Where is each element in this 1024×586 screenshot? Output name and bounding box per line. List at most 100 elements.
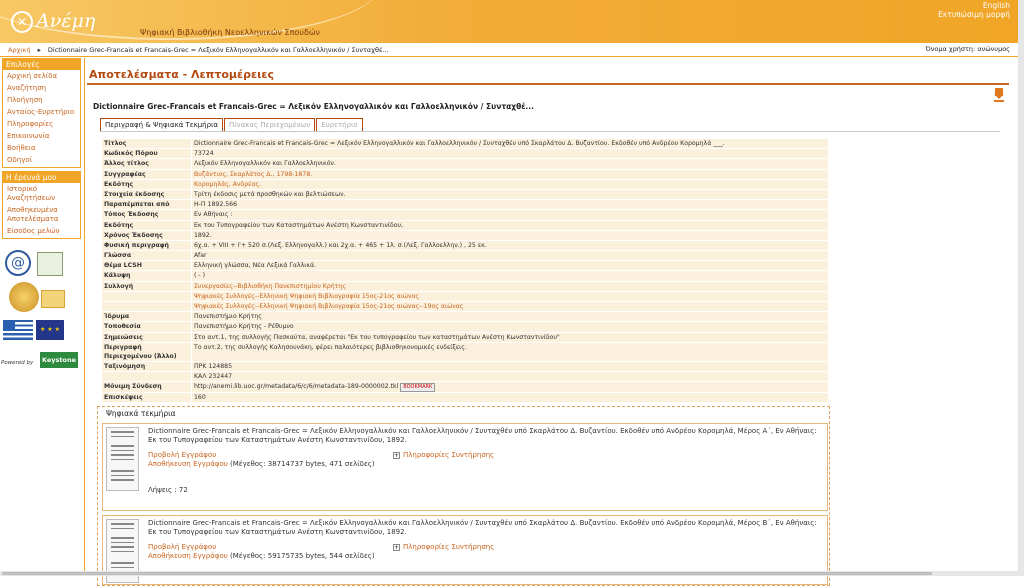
metadata-value: Πανεπιστήμιο Κρήτης [192, 312, 828, 321]
sidebar: Επιλογές Αρχική σελίδαΑναζήτησηΠλοήγησηΑ… [2, 58, 81, 242]
metadata-link[interactable]: Ψηφιακές Συλλογές--Ελληνική Ψηφιακή Βιβλ… [194, 293, 419, 300]
tab-contents[interactable]: Πίνακας Περιεχομένων [224, 118, 315, 132]
metadata-key: Γλώσσα [102, 251, 191, 260]
document-thumbnail-icon[interactable] [106, 427, 139, 491]
sidebar-research-1[interactable]: Αποθηκευμένα Αποτελέσματα [3, 205, 80, 225]
save-document-link[interactable]: Αποθήκευση Εγγράφου [148, 460, 228, 468]
at-logo-icon[interactable]: @ [5, 250, 31, 276]
maintenance-info-link[interactable]: Πληροφορίες Συντήρησης [403, 451, 494, 459]
tab-description[interactable]: Περιγραφή & Ψηφιακά Τεκμήρια [100, 118, 223, 132]
digital-items-box: Ψηφιακά τεκμήρια Dictionnaire Grec-Franc… [97, 406, 830, 586]
metadata-row: ΣημειώσειςΣτο αντ.1, της συλλογής Πασκαύ… [102, 333, 828, 342]
sidebar-option-5[interactable]: Επικοινωνία [3, 131, 80, 142]
metadata-value: 73724 [192, 149, 828, 158]
metadata-value: Εν Αθήναις : [192, 210, 828, 219]
vertical-scrollbar[interactable] [1018, 0, 1024, 576]
metadata-row: Μόνιμη Σύνδεσηhttp://anemi.lib.uoc.gr/me… [102, 382, 828, 392]
metadata-text: Εκ του Τυπογραφείου των Καταστημάτων Ανέ… [194, 222, 403, 229]
metadata-row: Άλλος τίτλοςΛεξικόν Ελληνογαλλικόν και Γ… [102, 159, 828, 168]
metadata-row: Ψηφιακές Συλλογές--Ελληνική Ψηφιακή Βιβλ… [102, 302, 828, 311]
metadata-value: 160 [192, 393, 828, 402]
metadata-value: http://anemi.lib.uoc.gr/metadata/6/c/6/m… [192, 382, 828, 392]
print-link[interactable]: Εκτυπώσιμη μορφή [938, 10, 1010, 19]
sidebar-option-1[interactable]: Αναζήτηση [3, 83, 80, 94]
view-document-link[interactable]: Προβολή Εγγράφου [148, 451, 375, 460]
bookmark-button[interactable]: BOOKMARK [400, 383, 435, 392]
tab-underline [100, 131, 1000, 132]
metadata-value: Στο αντ.1, της συλλογής Πασκαύτα, αναφέρ… [192, 333, 828, 342]
sidebar-research-0[interactable]: Ιστορικό Αναζητήσεων [3, 184, 80, 204]
horizontal-scrollbar[interactable] [0, 571, 1018, 576]
item-description: Dictionnaire Grec-Francais et Francais-G… [148, 519, 818, 537]
metadata-link[interactable]: Βυζάντιος, Σκαρλάτος Δ., 1798-1878. [194, 171, 312, 178]
breadcrumb-home[interactable]: Αρχική [8, 46, 30, 54]
metadata-value: ΚΑΛ 232447 [192, 372, 828, 381]
sidebar-option-4[interactable]: Πληροφορίες [3, 119, 80, 130]
ministry-logo-icon[interactable] [37, 252, 63, 276]
sidebar-option-3[interactable]: Ανταίος-Ευρετήριο [3, 107, 80, 118]
page-title: Αποτελέσματα - Λεπτομέρειες [87, 64, 1009, 85]
research-box: Η έρευνά μου Ιστορικό ΑναζητήσεωνΑποθηκε… [2, 171, 81, 239]
english-link[interactable]: English [938, 1, 1010, 10]
metadata-key: Περιγραφή Περιεχομένου (Άλλο) [102, 343, 191, 361]
research-heading: Η έρευνά μου [3, 172, 80, 183]
user-label: Όνομα χρήστη: [926, 45, 976, 53]
metadata-text: http://anemi.lib.uoc.gr/metadata/6/c/6/m… [194, 383, 398, 390]
metadata-text: Afar [194, 252, 207, 259]
item-links: Προβολή Εγγράφου Αποθήκευση Εγγράφου (Μέ… [148, 451, 375, 469]
site-logo[interactable]: ✕ Ανέμη [11, 8, 91, 36]
expand-icon: + [393, 452, 400, 459]
metadata-link[interactable]: Συνεργασίες--Βιβλιοθήκη Πανεπιστημίου Κρ… [194, 283, 346, 290]
metadata-value: Πανεπιστήμιο Κρήτης - Ρέθυμνο [192, 322, 828, 331]
maintenance-info[interactable]: +Πληροφορίες Συντήρησης [393, 451, 494, 459]
sidebar-divider [84, 58, 85, 576]
metadata-key: Ταξινόμηση [102, 362, 191, 371]
sidebar-option-2[interactable]: Πλοήγηση [3, 95, 80, 106]
maintenance-info-link[interactable]: Πληροφορίες Συντήρησης [403, 543, 494, 551]
keystone-logo[interactable]: Keystone [40, 352, 78, 368]
breadcrumb: Αρχική ▸ Dictionnaire Grec-Francais et F… [0, 43, 1018, 57]
metadata-row: ΣυλλογήΣυνεργασίες--Βιβλιοθήκη Πανεπιστη… [102, 282, 828, 291]
maintenance-info[interactable]: +Πληροφορίες Συντήρησης [393, 543, 494, 551]
metadata-key: Συγγραφέας [102, 170, 191, 179]
sidebar-option-0[interactable]: Αρχική σελίδα [3, 71, 80, 82]
metadata-row: Θέμα LCSHΕλληνική γλώσσα, Νέα Λεξικά Γαλ… [102, 261, 828, 270]
tab-index[interactable]: Ευρετήριο [316, 118, 362, 132]
metadata-link[interactable]: Ψηφιακές Συλλογές--Ελληνική Ψηφιακή Βιβλ… [194, 303, 463, 310]
metadata-text: Τρίτη έκδοσις μετά προσθηκών και βελτιώσ… [194, 191, 346, 198]
sidebar-research-2[interactable]: Είσοδος μελών [3, 226, 80, 237]
metadata-key: Συλλογή [102, 282, 191, 291]
metadata-key [102, 372, 191, 381]
metadata-value: Dictionnaire Grec-Francais et Francais-G… [192, 139, 828, 148]
site-title: Ψηφιακή Βιβλιοθήκη Νεοελληνικών Σπουδών [140, 28, 320, 37]
infosoc-logo-icon[interactable] [9, 282, 39, 312]
metadata-link[interactable]: Κορομηλάς, Ανδρέας. [194, 181, 261, 188]
tab-bar: Περιγραφή & Ψηφιακά ΤεκμήριαΠίνακας Περι… [100, 118, 364, 132]
metadata-value: Κορομηλάς, Ανδρέας. [192, 180, 828, 189]
expand-icon: + [393, 544, 400, 551]
download-count: Λήψεις : 72 [148, 486, 188, 494]
metadata-value: 1892. [192, 231, 828, 240]
logo-icon: ✕ [11, 11, 33, 33]
metadata-key: Τίτλος [102, 139, 191, 148]
view-document-link[interactable]: Προβολή Εγγράφου [148, 543, 375, 552]
metadata-value: 6χ.α. + VIII + i'+ 520 σ.(Λεξ. Ελληνογαλ… [192, 241, 828, 250]
sidebar-option-6[interactable]: Βοήθεια [3, 143, 80, 154]
save-document-link[interactable]: Αποθήκευση Εγγράφου [148, 552, 228, 560]
document-size: (Μέγεθος: 59175735 bytes, 544 σελίδες) [230, 552, 375, 560]
metadata-key [102, 302, 191, 311]
metadata-text: Εν Αθήναις : [194, 211, 233, 218]
metadata-text: 6χ.α. + VIII + i'+ 520 σ.(Λεξ. Ελληνογαλ… [194, 242, 487, 249]
metadata-key: Κάλυψη [102, 271, 191, 280]
metadata-row: ΤίτλοςDictionnaire Grec-Francais et Fran… [102, 139, 828, 148]
program-logo-icon[interactable] [41, 290, 65, 308]
metadata-value: ( - ) [192, 271, 828, 280]
metadata-text: Λεξικόν Ελληνογαλλικόν και Γαλλοελληνικό… [194, 160, 336, 167]
record-title: Dictionnaire Grec-Francais et Francais-G… [93, 102, 534, 111]
sidebar-option-7[interactable]: Οδηγοί [3, 155, 80, 166]
breadcrumb-arrow-icon: ▸ [38, 46, 41, 54]
download-icon[interactable] [994, 88, 1004, 102]
metadata-row: Περιγραφή Περιεχομένου (Άλλο)Το αντ.2, τ… [102, 343, 828, 361]
metadata-key: Τόπος Έκδοσης [102, 210, 191, 219]
metadata-key: Εκδότης [102, 180, 191, 189]
